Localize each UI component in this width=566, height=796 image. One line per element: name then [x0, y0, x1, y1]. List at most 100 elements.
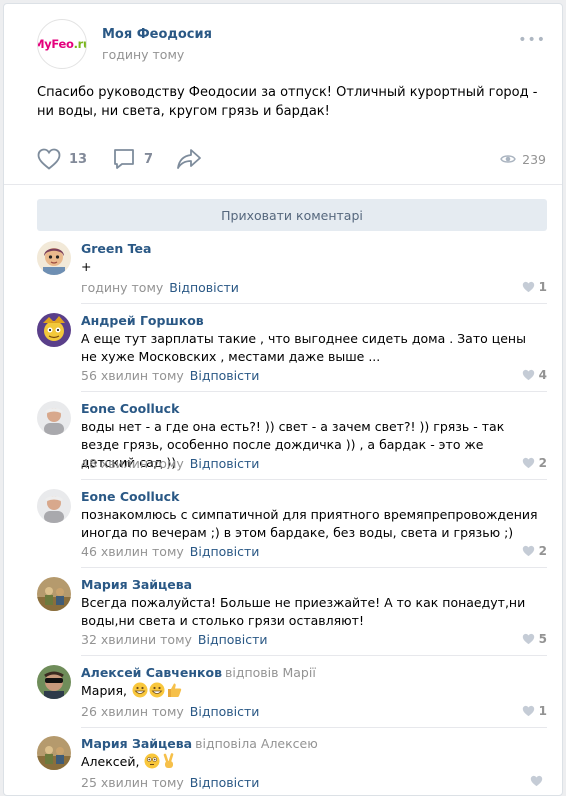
comment-divider [81, 479, 547, 480]
ellipsis-icon[interactable]: ••• [518, 32, 546, 48]
heart-icon [522, 545, 534, 557]
comment-meta: годину тому Відповісти [81, 280, 239, 295]
comment-like-count: 2 [538, 544, 547, 558]
comment-divider [81, 303, 547, 304]
commenter-name[interactable]: Green Tea [81, 241, 151, 256]
reply-link[interactable]: Відповісти [190, 456, 260, 471]
comment-meta: 25 хвилин тому Відповісти [81, 775, 259, 790]
reply-link[interactable]: Відповісти [169, 280, 239, 295]
commenter-name[interactable]: Андрей Горшков [81, 313, 204, 328]
comment-item: Green Tea + годину тому Відповісти 1 [37, 241, 547, 305]
commenter-name[interactable]: Мария Зайцева відповіла Алексею [81, 736, 318, 751]
divider [4, 184, 562, 185]
comment-text: + [81, 259, 92, 274]
comment-divider [81, 567, 547, 568]
commenter-name[interactable]: Eone Coolluck [81, 401, 179, 416]
comment-meta: 32 хвилини тому Відповісти [81, 632, 268, 647]
views-count: 239 [522, 151, 546, 167]
like-count: 13 [69, 151, 88, 167]
post-time[interactable]: годину тому [102, 47, 184, 62]
comment-divider [81, 727, 547, 728]
reply-link[interactable]: Відповісти [190, 544, 260, 559]
comment-time[interactable]: 26 хвилин тому [81, 704, 184, 719]
comment-meta: 48 хвилин тому Відповісти [81, 456, 259, 471]
commenter-avatar[interactable] [37, 665, 71, 699]
reply-to-label[interactable]: відповіла Алексею [195, 736, 318, 751]
thumbs-up-emoji-icon [166, 682, 182, 698]
commenter-name[interactable]: Мария Зайцева [81, 577, 192, 592]
comment-text: А еще тут зарплаты такие , что выгоднее … [81, 331, 526, 364]
comment-like-button[interactable]: 1 [522, 704, 547, 718]
post-text: Спасибо руководству Феодосии за отпуск! … [37, 85, 538, 119]
comment-divider [81, 391, 547, 392]
commenter-name[interactable]: Алексей Савченков відповів Марії [81, 665, 316, 680]
like-button[interactable]: 13 [37, 147, 87, 171]
comment-time[interactable]: 25 хвилин тому [81, 775, 184, 790]
commenter-avatar[interactable] [37, 313, 71, 347]
reply-link[interactable]: Відповісти [198, 632, 268, 647]
eye-icon [500, 155, 516, 163]
comment-time[interactable]: годину тому [81, 280, 163, 295]
heart-icon [37, 148, 61, 170]
comment-icon [114, 149, 134, 169]
reply-link[interactable]: Відповісти [190, 368, 260, 383]
comment-like-count: 5 [538, 632, 547, 646]
comment-like-button[interactable]: 2 [522, 456, 547, 470]
comment-meta: 56 хвилин тому Відповісти [81, 368, 259, 383]
comment-item: Мария Зайцева Всегда пожалуйста! Больше … [37, 577, 547, 661]
reply-link[interactable]: Відповісти [190, 775, 260, 790]
post-header: MyFeo.ru Моя Феодосия годину тому ••• [37, 19, 562, 69]
commenter-avatar[interactable] [37, 489, 71, 523]
post-card: MyFeo.ru Моя Феодосия годину тому ••• Сп… [3, 3, 563, 796]
comment-item: Eone Coolluck познакомлюсь с симпатичной… [37, 489, 547, 573]
comment-like-count: 1 [538, 704, 547, 718]
comment-count: 7 [144, 151, 154, 167]
share-button[interactable] [176, 147, 202, 171]
comment-like-button[interactable] [530, 775, 547, 787]
share-icon [177, 149, 201, 169]
heart-icon [522, 281, 534, 293]
comment-item: Алексей Савченков відповів Марії Мария, 2… [37, 665, 547, 729]
comment-meta: 46 хвилин тому Відповісти [81, 544, 259, 559]
commenter-avatar[interactable] [37, 241, 71, 275]
comment-text: Всегда пожалуйста! Больше не приезжайте!… [81, 595, 526, 628]
comment-text: познакомлюсь с симпатичной для приятного… [81, 507, 538, 540]
views-counter: 239 [500, 147, 546, 171]
hide-comments-button[interactable]: Приховати коментарі [37, 199, 547, 231]
comment-time[interactable]: 56 хвилин тому [81, 368, 184, 383]
comment-like-count: 1 [538, 280, 547, 294]
comment-item: Eone Coolluck воды нет - а где она есть?… [37, 401, 547, 485]
comment-like-button[interactable]: 2 [522, 544, 547, 558]
grinning-emoji-icon [132, 682, 148, 698]
comment-time[interactable]: 48 хвилин тому [81, 456, 184, 471]
commenter-avatar[interactable] [37, 736, 71, 770]
reply-to-label[interactable]: відповів Марії [225, 665, 316, 680]
heart-icon [530, 775, 543, 787]
commenter-name[interactable]: Eone Coolluck [81, 489, 179, 504]
heart-icon [522, 457, 534, 469]
post-author-link[interactable]: Моя Феодосия [102, 27, 212, 42]
comment-item: Мария Зайцева відповіла Алексею Алексей, … [37, 736, 547, 795]
post-actions: 13 7 239 [37, 147, 546, 171]
comment-text: Мария, [81, 682, 541, 700]
commenter-avatar[interactable] [37, 577, 71, 611]
comment-like-button[interactable]: 4 [522, 368, 547, 382]
comment-divider [81, 655, 547, 656]
heart-icon [522, 633, 534, 645]
comment-like-button[interactable]: 5 [522, 632, 547, 646]
community-avatar[interactable]: MyFeo.ru [37, 19, 87, 69]
grinning-emoji-icon [149, 682, 165, 698]
flushed-emoji-icon [144, 753, 160, 769]
comment-button[interactable]: 7 [112, 147, 153, 171]
reply-link[interactable]: Відповісти [190, 704, 260, 719]
comment-like-count: 4 [538, 368, 547, 382]
heart-icon [522, 369, 534, 381]
comment-meta: 26 хвилин тому Відповісти [81, 704, 259, 719]
community-logo: MyFeo.ru [38, 37, 86, 51]
heart-icon [522, 705, 534, 717]
commenter-avatar[interactable] [37, 401, 71, 435]
comment-time[interactable]: 32 хвилини тому [81, 632, 192, 647]
comment-text: Алексей, [81, 753, 541, 771]
comment-time[interactable]: 46 хвилин тому [81, 544, 184, 559]
comment-like-button[interactable]: 1 [522, 280, 547, 294]
